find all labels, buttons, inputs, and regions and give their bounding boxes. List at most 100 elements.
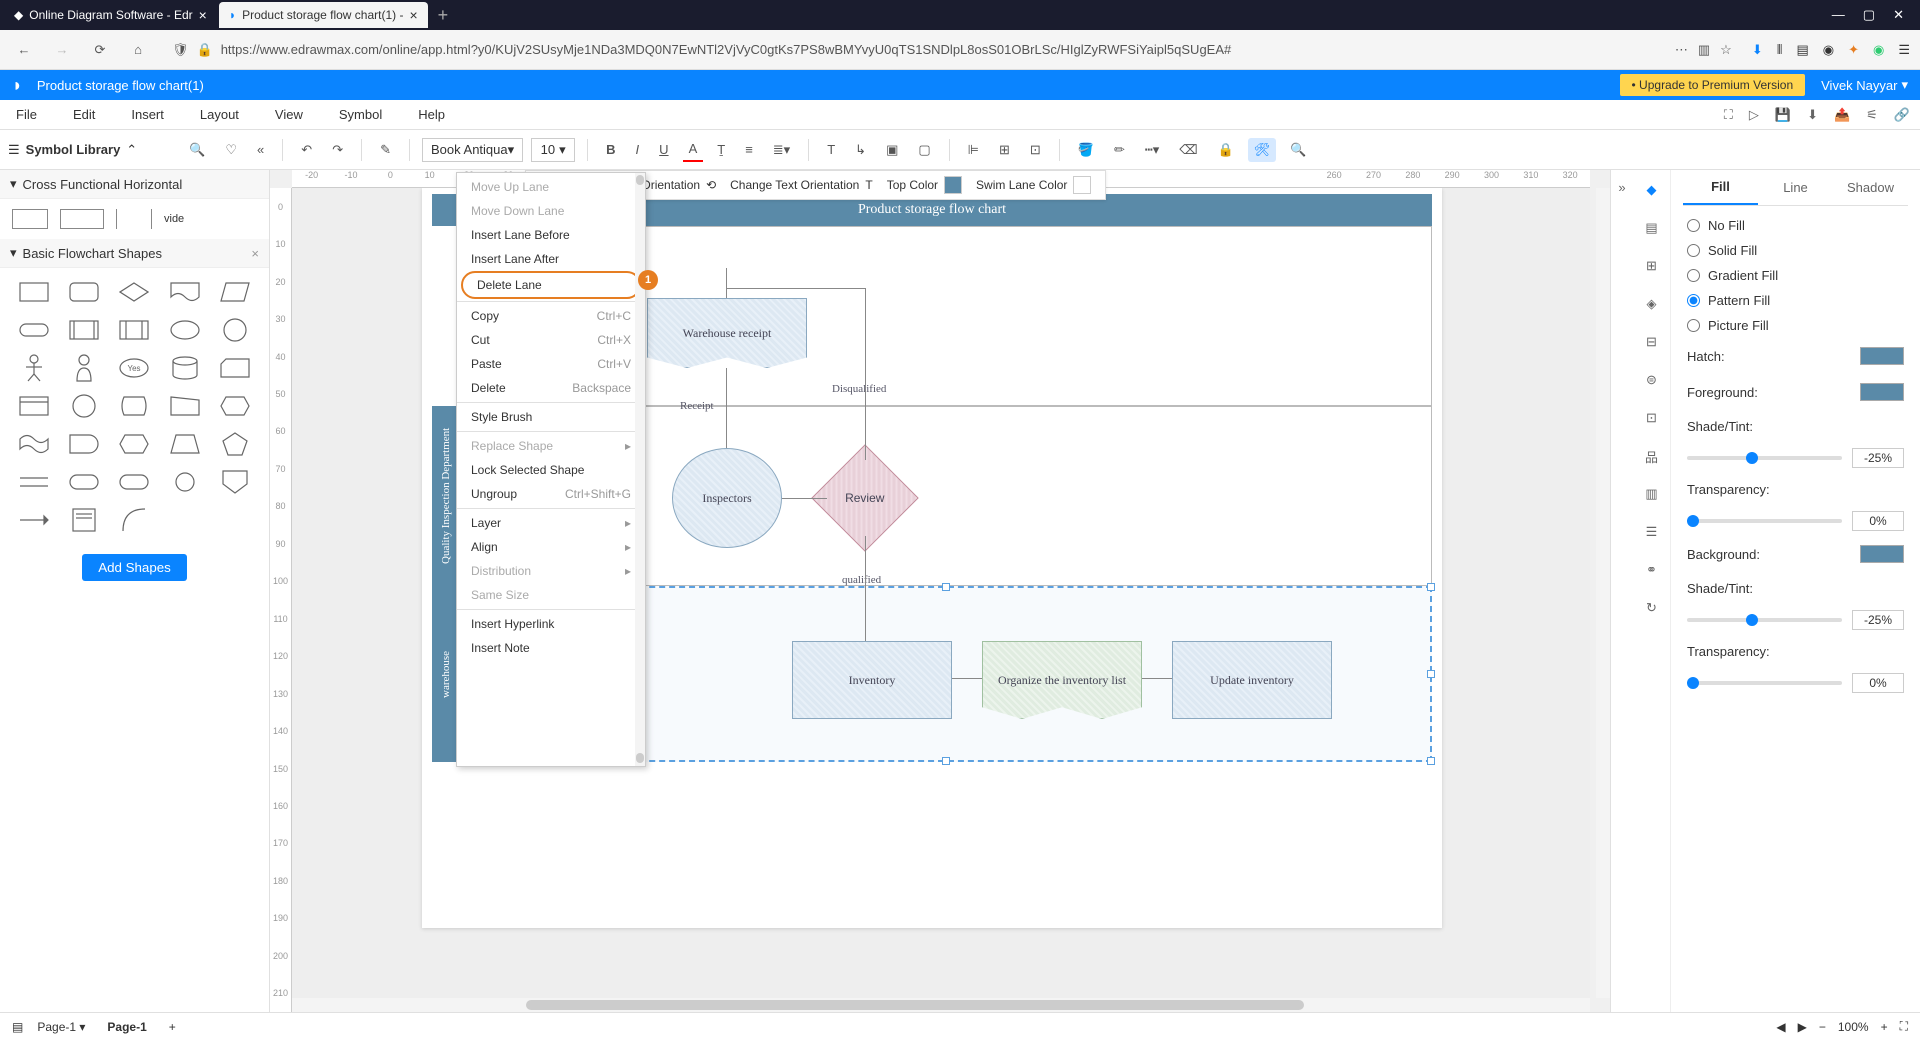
redo-button[interactable]: ↷ (326, 138, 349, 162)
shape-rect[interactable] (14, 278, 54, 306)
menu-file[interactable]: File (10, 103, 43, 126)
shape-cylinder[interactable] (165, 354, 205, 382)
page-select[interactable]: Page-1 ▾ (37, 1020, 85, 1034)
maximize-icon[interactable]: ▢ (1863, 7, 1875, 23)
shape-stadium[interactable] (114, 468, 154, 496)
shape-small-circle[interactable] (165, 468, 205, 496)
user-menu[interactable]: Vivek Nayyar ▾ (1821, 77, 1908, 93)
shade-value2[interactable]: -25% (1852, 610, 1904, 630)
connector-icon[interactable]: ⚭ (1640, 558, 1664, 582)
sidebar-icon[interactable]: ▤ (1796, 42, 1808, 58)
undo-button[interactable]: ↶ (295, 138, 318, 162)
shape-arrow[interactable] (14, 506, 54, 534)
context-menu-item[interactable]: CopyCtrl+C (457, 304, 645, 328)
shape-card[interactable] (215, 354, 255, 382)
vertical-scrollbar[interactable] (1596, 188, 1610, 998)
fill-gradient[interactable]: Gradient Fill (1687, 268, 1904, 283)
chevron-up-icon[interactable]: ⌃ (126, 142, 137, 158)
home-button[interactable]: ⌂ (124, 36, 152, 64)
swimlane-shape[interactable] (12, 209, 48, 229)
symbol-library-label[interactable]: Symbol Library (26, 142, 121, 157)
bookmark-icon[interactable]: ☆ (1720, 42, 1732, 58)
ext1-icon[interactable]: ✦ (1848, 42, 1859, 58)
export-icon[interactable]: 📤 (1834, 107, 1850, 123)
shape-ellipse[interactable] (165, 316, 205, 344)
scroll-up-icon[interactable] (636, 175, 644, 185)
group-icon[interactable]: 品 (1640, 444, 1664, 468)
fill-picture[interactable]: Picture Fill (1687, 318, 1904, 333)
context-menu-item[interactable]: Insert Lane After (457, 247, 645, 271)
find-button[interactable]: 🔍 (1284, 138, 1312, 162)
ext2-icon[interactable]: ◉ (1873, 42, 1884, 58)
menu-view[interactable]: View (269, 103, 309, 126)
minimize-icon[interactable]: — (1832, 7, 1845, 23)
shape-display[interactable] (114, 392, 154, 420)
close-icon[interactable]: × (409, 7, 417, 23)
page-tab[interactable]: Page-1 (99, 1018, 154, 1036)
fill-color-button[interactable]: 🪣 (1072, 138, 1100, 162)
shape-shield[interactable] (215, 468, 255, 496)
menu-help[interactable]: Help (412, 103, 451, 126)
line-style-button[interactable]: ┅▾ (1139, 138, 1165, 162)
more-icon[interactable]: ⋯ (1675, 42, 1688, 58)
close-icon[interactable]: × (251, 246, 259, 261)
add-shapes-button[interactable]: Add Shapes (82, 554, 187, 581)
align-button[interactable]: ≡ (739, 138, 759, 161)
collapse-right-panel[interactable]: » (1611, 170, 1633, 1012)
nav-right-icon[interactable]: ▶ (1798, 1020, 1807, 1034)
ruler-side-icon[interactable]: ⊟ (1640, 330, 1664, 354)
menu-symbol[interactable]: Symbol (333, 103, 388, 126)
section-basic-flowchart[interactable]: ▾ Basic Flowchart Shapes × (0, 239, 269, 268)
background-swatch[interactable] (1860, 545, 1904, 563)
shape-subprocess[interactable] (64, 316, 104, 344)
inspectors-shape[interactable]: Inspectors (672, 448, 782, 548)
line-color-button[interactable]: ✏ (1108, 138, 1131, 162)
add-page-button[interactable]: + (169, 1020, 176, 1034)
reader-icon[interactable]: ▥ (1698, 42, 1710, 58)
grid-icon[interactable]: ⊞ (1640, 254, 1664, 278)
menu-insert[interactable]: Insert (125, 103, 170, 126)
shape-trap[interactable] (165, 430, 205, 458)
tools-button[interactable]: 🛠 (1248, 138, 1277, 162)
upgrade-button[interactable]: • Upgrade to Premium Version (1620, 74, 1806, 96)
group-button[interactable]: ⊡ (1024, 138, 1047, 162)
lock-button[interactable]: 🔒 (1212, 138, 1240, 162)
italic-button[interactable]: I (630, 138, 646, 161)
shape-note[interactable] (64, 506, 104, 534)
tab-shadow[interactable]: Shadow (1833, 170, 1908, 205)
menu-icon[interactable]: ☰ (1898, 42, 1910, 58)
context-menu-item[interactable]: Align▸ (457, 535, 645, 559)
history-icon[interactable]: ⊜ (1640, 368, 1664, 392)
format-painter-icon[interactable]: ✎ (374, 138, 397, 162)
shape-circle[interactable] (215, 316, 255, 344)
reload-button[interactable]: ⟳ (86, 36, 114, 64)
fill-pattern[interactable]: Pattern Fill (1687, 293, 1904, 308)
context-menu-item[interactable]: UngroupCtrl+Shift+G (457, 482, 645, 506)
shape-rounded[interactable] (64, 278, 104, 306)
shape-person[interactable] (64, 354, 104, 382)
zoom-in-button[interactable]: + (1881, 1020, 1888, 1034)
page-icon[interactable]: ▤ (1640, 216, 1664, 240)
zoom-level[interactable]: 100% (1838, 1020, 1869, 1034)
fill-tab-icon[interactable]: ◆ (1640, 178, 1664, 202)
context-menu-scrollbar[interactable] (635, 173, 645, 766)
separator-shape[interactable] (116, 209, 152, 229)
fill-solid[interactable]: Solid Fill (1687, 243, 1904, 258)
shape-button[interactable]: ▢ (912, 138, 936, 162)
back-button[interactable]: ← (10, 36, 38, 64)
context-menu-item[interactable]: Insert Lane Before (457, 223, 645, 247)
bold-button[interactable]: B (600, 138, 621, 161)
shape-delay[interactable] (64, 430, 104, 458)
shape-subprocess2[interactable] (114, 316, 154, 344)
clear-format-button[interactable]: ⌫ (1173, 138, 1203, 162)
inventory-shape[interactable]: Inventory (792, 641, 952, 719)
shade-slider2[interactable] (1687, 618, 1842, 622)
shape-yes[interactable]: Yes (114, 354, 154, 382)
swimlane-shape[interactable] (60, 209, 104, 229)
shape-arc[interactable] (114, 506, 154, 534)
top-color-button[interactable]: Top Color (887, 176, 962, 194)
layers-icon[interactable]: ◈ (1640, 292, 1664, 316)
favorite-icon[interactable]: ♡ (219, 138, 243, 162)
shape-prep[interactable] (215, 392, 255, 420)
tab-line[interactable]: Line (1758, 170, 1833, 205)
